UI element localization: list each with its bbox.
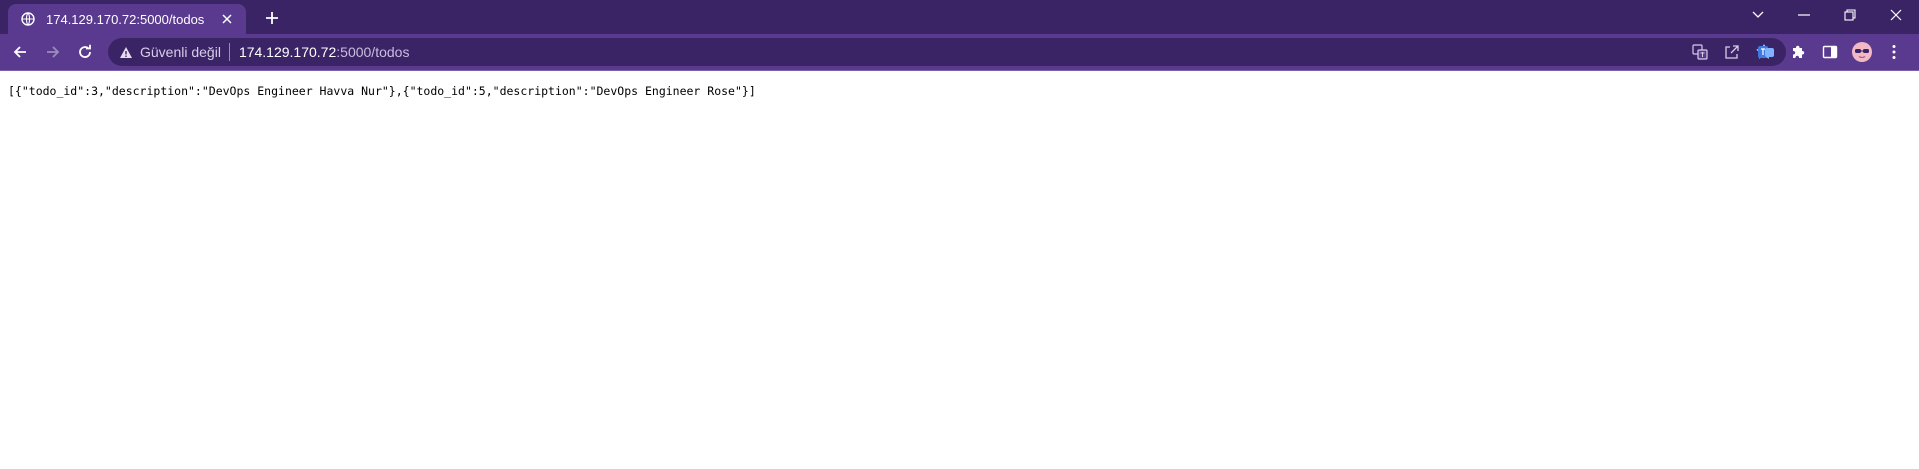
puzzle-icon[interactable] [1786,40,1810,64]
security-status-label[interactable]: Güvenli değil [140,44,221,60]
extensions-area [1754,40,1906,64]
globe-icon [20,11,36,27]
close-window-button[interactable] [1873,0,1919,30]
close-icon [1890,9,1902,21]
chevron-down-icon [1752,11,1764,18]
restore-button[interactable] [1827,0,1873,30]
new-tab-button[interactable] [260,6,284,30]
side-panel-icon[interactable] [1818,40,1842,64]
window-controls [1735,0,1919,30]
translate-icon[interactable] [1690,42,1710,62]
omnibox-divider [228,43,230,61]
reload-button[interactable] [73,40,97,64]
plus-icon [266,12,278,24]
back-button[interactable] [8,40,32,64]
back-arrow-icon [13,46,26,58]
avatar[interactable] [1850,40,1874,64]
active-tab[interactable]: 174.129.170.72:5000/todos [8,4,246,34]
json-response-text: [{"todo_id":3,"description":"DevOps Engi… [8,84,756,98]
reload-icon [79,44,91,58]
minimize-icon [1798,14,1810,16]
url-path: :5000/todos [336,44,410,60]
minimize-button[interactable] [1781,0,1827,30]
tab-search-button[interactable] [1735,0,1781,30]
tab-strip: 174.129.170.72:5000/todos [0,0,1919,34]
url-text[interactable]: 174.129.170.72:5000/todos [239,44,410,60]
address-bar[interactable]: Güvenli değil 174.129.170.72:5000/todos [108,38,1786,66]
forward-button[interactable] [41,40,65,64]
browser-toolbar: Güvenli değil 174.129.170.72:5000/todos [0,34,1919,70]
toolbar-bottom-border [0,70,1919,71]
tab-close-icon[interactable] [218,10,236,28]
restore-icon [1844,9,1856,21]
url-host: 174.129.170.72 [238,44,337,60]
kebab-menu-icon[interactable] [1882,40,1906,64]
warning-icon[interactable] [118,44,134,60]
tab-title: 174.129.170.72:5000/todos [46,11,205,27]
share-icon[interactable] [1722,42,1742,62]
forward-arrow-icon [47,46,60,58]
extension-icon[interactable] [1754,40,1778,64]
